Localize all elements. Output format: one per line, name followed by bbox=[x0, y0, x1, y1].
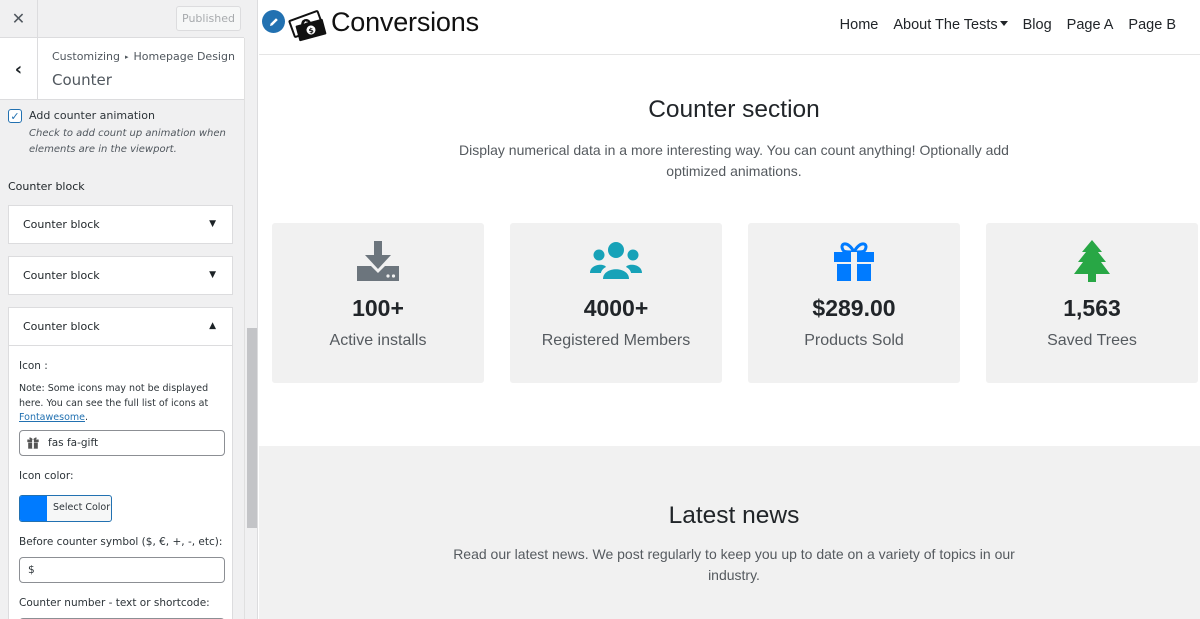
section-title: Counter bbox=[52, 71, 112, 89]
download-icon bbox=[357, 241, 399, 281]
accordion-label: Counter block bbox=[23, 320, 100, 333]
scrollbar-thumb[interactable] bbox=[247, 328, 257, 528]
caret-up-icon: ▲ bbox=[209, 321, 216, 331]
latest-news-description: Read our latest news. We post regularly … bbox=[453, 546, 1015, 583]
nav-page-a[interactable]: Page A bbox=[1067, 17, 1114, 33]
tree-icon bbox=[1074, 240, 1110, 282]
counter-block-accordion-1[interactable]: Counter block ▼ bbox=[8, 205, 233, 244]
back-button[interactable]: ‹ bbox=[0, 38, 38, 100]
icon-field-note: Note: Some icons may not be displayed he… bbox=[19, 382, 219, 426]
icon-note-end: . bbox=[84, 412, 89, 423]
counter-label: Products Sold bbox=[804, 332, 904, 349]
sidebar-scrollbar[interactable] bbox=[244, 38, 257, 619]
site-brand[interactable]: Conversions bbox=[331, 7, 479, 38]
counter-number: 4000+ bbox=[583, 295, 649, 321]
dropdown-caret-icon bbox=[999, 21, 1008, 26]
logo-money-icon: $ $ bbox=[288, 10, 327, 42]
customizer-sidebar: ✕ Published ‹ Customizing ▸ Homepage Desig… bbox=[0, 0, 258, 619]
caret-down-icon: ▼ bbox=[209, 219, 216, 229]
icon-field-label: Icon : bbox=[19, 360, 48, 372]
section-header: ‹ Customizing ▸ Homepage Design Counter bbox=[0, 38, 244, 100]
counter-card: 4000+ Registered Members bbox=[510, 223, 722, 383]
counter-label: Active installs bbox=[329, 332, 427, 349]
counter-section-title: Counter section bbox=[648, 96, 820, 123]
color-swatch bbox=[20, 496, 47, 521]
close-customizer-button[interactable]: ✕ bbox=[0, 0, 38, 37]
counter-number: $289.00 bbox=[812, 295, 896, 321]
select-color-button[interactable]: Select Color bbox=[19, 495, 112, 522]
counter-section-description: Display numerical data in a more interes… bbox=[459, 142, 1009, 179]
checkmark-icon: ✓ bbox=[10, 109, 20, 123]
caret-down-icon: ▼ bbox=[209, 270, 216, 280]
fontawesome-link[interactable]: Fontawesome bbox=[19, 412, 85, 423]
before-symbol-input[interactable]: $ bbox=[19, 557, 225, 583]
counter-animation-label[interactable]: Add counter animation bbox=[29, 109, 155, 122]
breadcrumb-item: Customizing bbox=[52, 50, 120, 63]
accordion-header[interactable]: Counter block ▲ bbox=[9, 308, 232, 346]
edit-shortcut-button[interactable] bbox=[262, 10, 285, 33]
accordion-label: Counter block bbox=[23, 218, 100, 231]
pencil-icon bbox=[269, 17, 278, 26]
accordion-label: Counter block bbox=[23, 269, 100, 282]
latest-news-section: Latest news Read our latest news. We pos… bbox=[259, 446, 1200, 619]
before-symbol-label: Before counter symbol ($, €, +, -, etc): bbox=[19, 536, 223, 548]
counter-card: $289.00 Products Sold bbox=[748, 223, 960, 383]
site-preview: $ $ Conversions Home About The Tests Blo… bbox=[259, 0, 1200, 619]
counter-number: 100+ bbox=[352, 295, 404, 321]
icon-color-label: Icon color: bbox=[19, 470, 74, 482]
nav-home[interactable]: Home bbox=[840, 17, 879, 33]
main-menu: Home About The Tests Blog Page A Page B bbox=[840, 17, 1176, 33]
chevron-left-icon: ‹ bbox=[14, 58, 23, 80]
counter-block-accordion-3: Counter block ▲ Icon : Note: Some icons … bbox=[8, 307, 233, 619]
close-icon: ✕ bbox=[11, 9, 26, 28]
nav-page-b[interactable]: Page B bbox=[1128, 17, 1176, 33]
counter-block-accordion-2[interactable]: Counter block ▼ bbox=[8, 256, 233, 295]
counter-card: 100+ Active installs bbox=[272, 223, 484, 383]
breadcrumb: Customizing ▸ Homepage Design bbox=[52, 50, 235, 63]
nav-about-the-tests[interactable]: About The Tests bbox=[893, 17, 1008, 33]
nav-blog[interactable]: Blog bbox=[1023, 17, 1052, 33]
nav-about-label: About The Tests bbox=[893, 17, 998, 33]
counter-card: 1,563 Saved Trees bbox=[986, 223, 1198, 383]
latest-news-title: Latest news bbox=[668, 502, 800, 529]
customizer-header-bar: ✕ Published bbox=[0, 0, 244, 38]
publish-button[interactable]: Published bbox=[176, 6, 241, 31]
counter-animation-checkbox[interactable]: ✓ bbox=[8, 109, 22, 123]
users-icon bbox=[590, 242, 642, 279]
gift-icon bbox=[27, 437, 39, 449]
counter-label: Saved Trees bbox=[1047, 332, 1137, 349]
counter-number-label: Counter number - text or shortcode: bbox=[19, 597, 210, 609]
site-navbar: $ $ Conversions Home About The Tests Blo… bbox=[259, 0, 1200, 55]
icon-note-text: Note: Some icons may not be displayed he… bbox=[19, 383, 209, 409]
select-color-label: Select Color bbox=[53, 502, 111, 513]
counter-animation-description: Check to add count up animation when ele… bbox=[29, 128, 226, 155]
breadcrumb-separator-icon: ▸ bbox=[124, 53, 129, 61]
counter-number: 1,563 bbox=[1063, 295, 1121, 321]
icon-class-input[interactable]: fas fa-gift bbox=[19, 430, 225, 456]
counter-label: Registered Members bbox=[541, 332, 691, 349]
gift-icon bbox=[834, 242, 874, 281]
breadcrumb-item: Homepage Design bbox=[133, 50, 235, 63]
counter-blocks-heading: Counter block bbox=[8, 180, 85, 193]
